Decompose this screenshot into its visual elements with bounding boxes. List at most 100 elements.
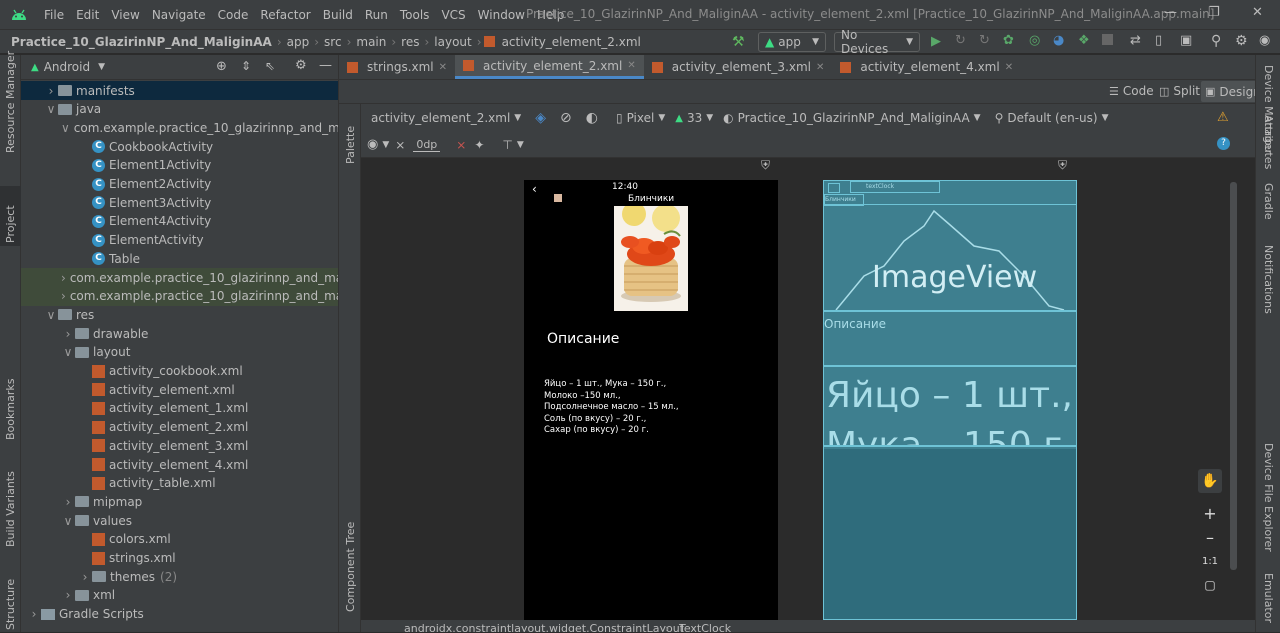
menu-item-run[interactable]: Run <box>359 8 394 22</box>
default-margin-field[interactable]: 0dp <box>413 138 441 152</box>
tree-item[interactable]: › themes (2) <box>21 567 338 586</box>
tree-item[interactable]: › drawable <box>21 324 338 343</box>
build-hammer-icon[interactable]: ⚒ <box>732 34 745 50</box>
hide-panel-icon[interactable]: — <box>319 58 332 73</box>
attach-debugger-icon[interactable]: ◕ <box>1053 33 1064 48</box>
tree-item[interactable]: activity_element_1.xml <box>21 399 338 418</box>
tree-item[interactable]: › com.example.practice_10_glazirinnp_and_… <box>21 268 338 287</box>
menu-item-vcs[interactable]: VCS <box>435 8 471 22</box>
tool-build-variants[interactable]: Build Variants <box>4 467 17 547</box>
run-icon[interactable]: ▶ <box>931 34 941 49</box>
stop-icon[interactable] <box>1102 34 1113 45</box>
zoom-actual-size-button[interactable]: 1:1 <box>1198 549 1222 573</box>
search-icon[interactable]: ⚲ <box>1211 33 1221 49</box>
device-preview-select[interactable]: ▯ Pixel ▼ <box>616 111 665 125</box>
menu-item-file[interactable]: File <box>38 8 70 22</box>
project-view-select[interactable]: Android <box>44 60 90 74</box>
warning-icon[interactable]: ⚠ <box>1217 110 1229 125</box>
chevron-right-icon[interactable]: › <box>27 607 41 621</box>
path-textclock[interactable]: TextClock <box>679 622 731 632</box>
canvas-scrollbar[interactable] <box>1230 182 1237 570</box>
chevron-right-icon[interactable]: › <box>61 327 75 341</box>
palette-tab[interactable]: Palette <box>344 114 357 164</box>
chevron-down-icon[interactable]: ∨ <box>61 514 75 528</box>
tree-item[interactable]: › xml <box>21 586 338 605</box>
editor-tab[interactable]: strings.xml ✕ <box>339 55 455 79</box>
tool-attributes[interactable]: Attributes <box>1262 115 1275 185</box>
menu-item-navigate[interactable]: Navigate <box>146 8 212 22</box>
menu-item-build[interactable]: Build <box>317 8 359 22</box>
breadcrumb-item[interactable]: layout <box>431 35 474 49</box>
tree-item[interactable]: activity_element_3.xml <box>21 436 338 455</box>
tree-item[interactable]: ∨ res <box>21 305 338 324</box>
theme-select[interactable]: ◐ Practice_10_GlazirinNP_And_MaliginAA ▼ <box>723 111 980 125</box>
close-icon[interactable]: ✕ <box>1005 62 1013 73</box>
editor-tab[interactable]: activity_element_2.xml ✕ <box>455 55 644 79</box>
path-constraintlayout[interactable]: androidx.constraintlayout.widget.Constra… <box>404 622 684 632</box>
tree-item[interactable]: ∨ values <box>21 511 338 530</box>
tree-item[interactable]: › mipmap <box>21 492 338 511</box>
tree-item[interactable]: › manifests <box>21 81 338 100</box>
tree-item[interactable]: C Element3Activity <box>21 193 338 212</box>
expand-all-icon[interactable]: ⇕ <box>241 59 251 73</box>
device-select[interactable]: No Devices ▼ <box>834 28 920 56</box>
close-icon[interactable]: ✕ <box>816 62 824 73</box>
coverage-icon[interactable]: ❖ <box>1078 33 1090 48</box>
sdk-manager-icon[interactable]: ▣ <box>1180 33 1192 48</box>
help-icon[interactable]: ? <box>1217 137 1230 150</box>
collapse-all-icon[interactable]: ⇖ <box>265 59 275 73</box>
pan-icon[interactable]: ✋ <box>1198 469 1222 493</box>
chevron-right-icon[interactable]: › <box>61 289 66 303</box>
tree-item[interactable]: activity_element_4.xml <box>21 455 338 474</box>
breadcrumb-item[interactable]: Practice_10_GlazirinNP_And_MaliginAA <box>8 35 275 49</box>
tree-item[interactable]: › com.example.practice_10_glazirinnp_and_… <box>21 286 338 306</box>
tree-item[interactable]: C Element4Activity <box>21 212 338 231</box>
avatar[interactable]: ◉ <box>1259 33 1270 48</box>
chevron-down-icon[interactable]: ▼ <box>382 140 389 150</box>
apply-code-icon[interactable]: ↻ <box>979 33 990 48</box>
tree-item[interactable]: C ElementActivity <box>21 231 338 250</box>
menu-item-edit[interactable]: Edit <box>70 8 105 22</box>
api-level-select[interactable]: ▲ 33 ▼ <box>675 111 713 125</box>
zoom-out-button[interactable]: – <box>1198 525 1222 549</box>
apply-changes-icon[interactable]: ↻ <box>955 33 966 48</box>
tool-device-file-explorer[interactable]: Device File Explorer <box>1262 443 1275 563</box>
gear-icon[interactable]: ⚙ <box>1235 33 1248 49</box>
tree-item[interactable]: C CookbookActivity <box>21 137 338 156</box>
chevron-right-icon[interactable]: › <box>44 84 58 98</box>
tool-bookmarks[interactable]: Bookmarks <box>4 379 17 440</box>
maximize-icon[interactable]: ❐ <box>1208 5 1220 20</box>
night-mode-icon[interactable]: ◐ <box>586 110 598 126</box>
tool-gradle[interactable]: Gradle <box>1262 183 1275 233</box>
locale-select[interactable]: ⚲ Default (en-us) ▼ <box>995 111 1109 125</box>
autoconnect-icon[interactable]: ⨯ <box>395 138 405 152</box>
chevron-down-icon[interactable]: ∨ <box>44 308 58 322</box>
infer-constraints-icon[interactable]: ✦ <box>474 138 484 152</box>
editor-tab[interactable]: activity_element_4.xml ✕ <box>832 55 1021 79</box>
tool-project[interactable]: Project <box>4 193 17 243</box>
tree-item[interactable]: › Gradle Scripts <box>21 605 338 624</box>
chevron-down-icon[interactable]: ∨ <box>61 345 75 359</box>
menu-item-view[interactable]: View <box>105 8 145 22</box>
zoom-in-button[interactable]: + <box>1198 501 1222 525</box>
tree-item[interactable]: activity_element_2.xml <box>21 418 338 437</box>
debug-icon[interactable]: ✿ <box>1003 33 1014 48</box>
view-split-button[interactable]: ◫ Split <box>1159 84 1200 98</box>
tree-item[interactable]: activity_element.xml <box>21 380 338 399</box>
menu-item-code[interactable]: Code <box>212 8 255 22</box>
layers-icon[interactable]: ◈ <box>535 110 546 126</box>
device-manager-icon[interactable]: ▯ <box>1155 33 1162 48</box>
chevron-right-icon[interactable]: › <box>61 271 66 285</box>
menu-item-window[interactable]: Window <box>472 8 531 22</box>
tree-item[interactable]: activity_cookbook.xml <box>21 362 338 381</box>
clear-constraints-icon[interactable]: ⨯ <box>456 138 466 152</box>
tool-emulator[interactable]: Emulator <box>1262 573 1275 633</box>
tree-item[interactable]: activity_table.xml <box>21 474 338 493</box>
component-tree-tab[interactable]: Component Tree <box>344 512 357 612</box>
tree-item[interactable]: ∨ com.example.practice_10_glazirinnp_and_… <box>21 118 338 137</box>
guidelines-icon[interactable]: ⊤ <box>502 138 512 152</box>
profile-icon[interactable]: ◎ <box>1029 33 1040 48</box>
breadcrumb-item[interactable]: res <box>398 35 422 49</box>
breadcrumb-item[interactable]: activity_element_2.xml <box>499 35 644 49</box>
tree-item[interactable]: C Table <box>21 249 338 268</box>
